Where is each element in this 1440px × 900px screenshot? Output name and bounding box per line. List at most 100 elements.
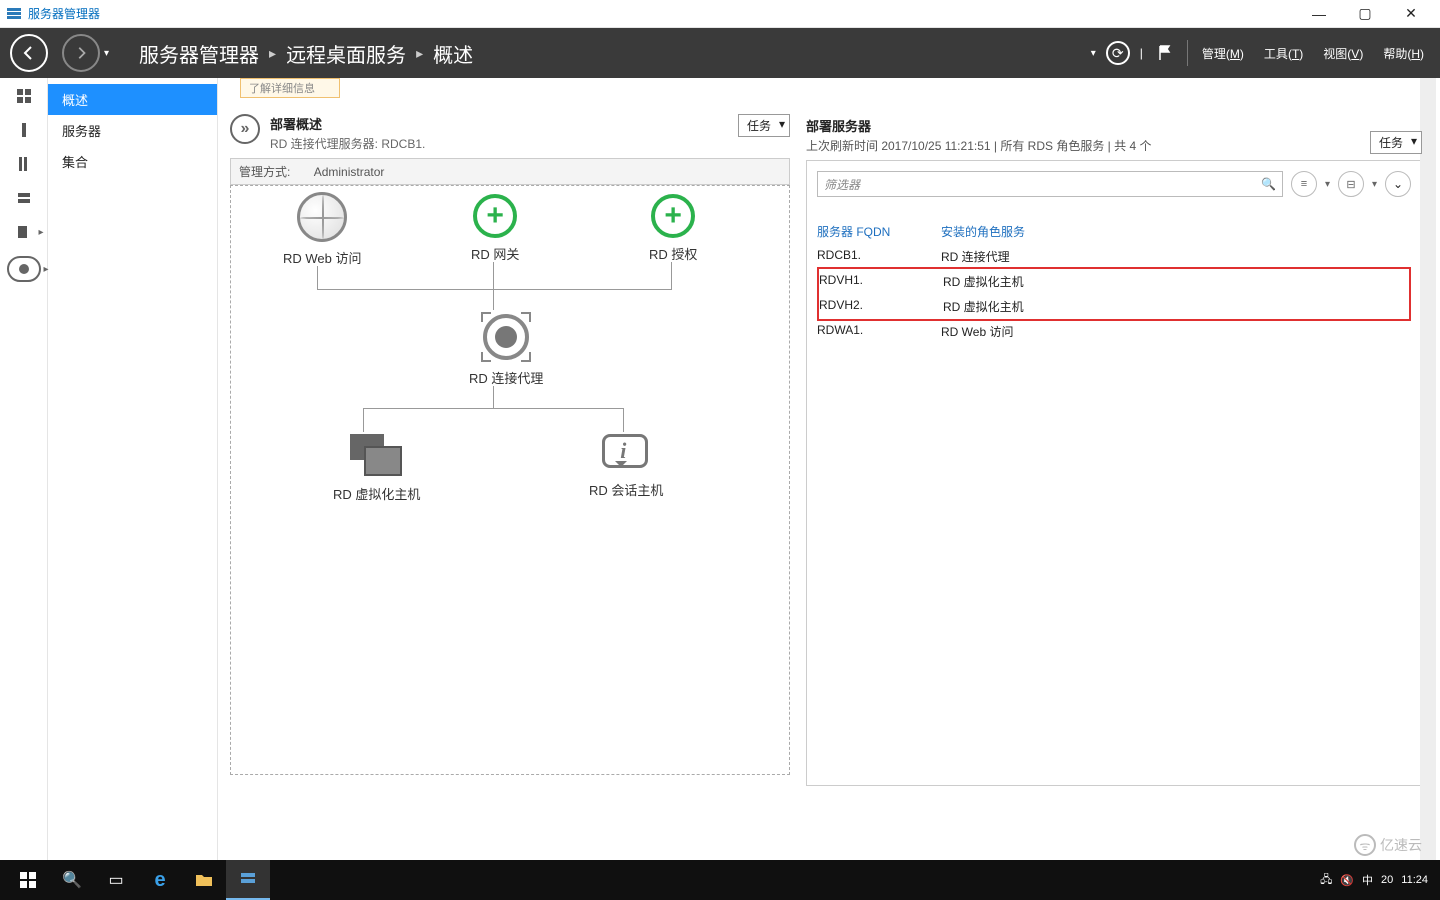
header-separator bbox=[1187, 40, 1188, 66]
windows-taskbar: 🔍 ▭ e 🖧 🔇 中 20 11:24 bbox=[0, 860, 1440, 900]
connector-line bbox=[317, 289, 672, 290]
notifications-button[interactable] bbox=[1151, 39, 1179, 67]
servers-panel-title: 部署服务器 bbox=[806, 116, 1151, 135]
servers-tasks-dropdown[interactable]: 任务 bbox=[1370, 131, 1422, 154]
window-minimize-button[interactable]: — bbox=[1296, 0, 1342, 28]
header-pipe: | bbox=[1140, 46, 1143, 60]
connector-line bbox=[623, 408, 624, 432]
breadcrumb-sep-icon: ▸ bbox=[416, 45, 423, 62]
connector-line bbox=[363, 408, 623, 409]
filter-placeholder: 筛选器 bbox=[824, 176, 860, 193]
system-tray[interactable]: 🖧 🔇 中 20 11:24 bbox=[1320, 871, 1434, 890]
server-manager-icon bbox=[239, 871, 257, 887]
deployment-subtitle: RD 连接代理服务器: RDCB1. bbox=[270, 135, 425, 152]
tools-menu[interactable]: 工具(T) bbox=[1258, 41, 1309, 66]
search-icon: 🔍 bbox=[1261, 177, 1276, 191]
deployment-title: 部署概述 bbox=[270, 114, 425, 133]
watermark: ᯤ 亿速云 bbox=[1354, 834, 1422, 856]
chevron-down-icon: ▾ bbox=[1325, 179, 1330, 190]
app-header: ▾ 服务器管理器 ▸ 远程桌面服务 ▸ 概述 ▾ ⟳ | 管理(M) 工具(T)… bbox=[0, 28, 1440, 78]
nav-tree: 概述 服务器 集合 bbox=[48, 78, 218, 860]
nav-history-dropdown[interactable]: ▾ bbox=[104, 48, 109, 59]
expand-panel-button[interactable]: ⌄ bbox=[1385, 171, 1411, 197]
nav-item-overview[interactable]: 概述 bbox=[48, 84, 217, 115]
table-row[interactable]: RDCB1. RD 连接代理 bbox=[817, 244, 1411, 269]
connector-line bbox=[493, 262, 494, 310]
ime-indicator[interactable]: 中 bbox=[1362, 872, 1373, 888]
connector-line bbox=[493, 386, 494, 408]
volume-icon[interactable]: 🔇 bbox=[1340, 874, 1354, 887]
refresh-button[interactable]: ⟳ bbox=[1104, 39, 1132, 67]
info-banner[interactable]: 了解详细信息 bbox=[240, 78, 340, 98]
table-row[interactable]: RDWA1. RD Web 访问 bbox=[817, 319, 1411, 344]
servers-panel-subtitle: 上次刷新时间 2017/10/25 11:21:51 | 所有 RDS 角色服务… bbox=[806, 137, 1151, 154]
nav-forward-button[interactable] bbox=[62, 34, 100, 72]
nav-item-collections[interactable]: 集合 bbox=[48, 146, 217, 177]
breadcrumb-sep-icon: ▸ bbox=[269, 45, 276, 62]
window-maximize-button[interactable]: ▢ bbox=[1342, 0, 1388, 28]
table-row[interactable]: RDVH2. RD 虚拟化主机 bbox=[819, 294, 1409, 319]
save-query-button[interactable]: ⊟ bbox=[1338, 171, 1364, 197]
rd-broker-node[interactable]: RD 连接代理 bbox=[469, 312, 543, 387]
vm-host-icon bbox=[350, 434, 404, 478]
all-servers-icon[interactable] bbox=[14, 154, 34, 174]
header-dropdown-caret[interactable]: ▾ bbox=[1091, 48, 1096, 59]
window-title: 服务器管理器 bbox=[28, 5, 100, 22]
breadcrumb-root[interactable]: 服务器管理器 bbox=[139, 39, 259, 68]
arrow-left-icon bbox=[21, 45, 37, 61]
connector-line bbox=[671, 262, 672, 290]
dashboard-icon[interactable] bbox=[14, 86, 34, 106]
servers-table: 服务器 FQDN 安装的角色服务 RDCB1. RD 连接代理 RDVH1. R… bbox=[817, 219, 1411, 344]
col-role[interactable]: 安装的角色服务 bbox=[941, 223, 1411, 240]
window-titlebar: 服务器管理器 — ▢ ✕ bbox=[0, 0, 1440, 28]
manage-menu[interactable]: 管理(M) bbox=[1196, 41, 1250, 66]
clock-time[interactable]: 11:24 bbox=[1401, 874, 1428, 886]
rd-vm-host-node[interactable]: RD 虚拟化主机 bbox=[333, 434, 420, 503]
table-row[interactable]: RDVH1. RD 虚拟化主机 bbox=[819, 269, 1409, 294]
breadcrumb-leaf[interactable]: 概述 bbox=[433, 39, 473, 68]
deployment-tasks-dropdown[interactable]: 任务 bbox=[738, 114, 790, 137]
iis-icon[interactable]: ▸ bbox=[14, 222, 34, 242]
network-icon[interactable]: 🖧 bbox=[1320, 871, 1332, 890]
deployment-overview-icon: » bbox=[230, 114, 260, 144]
breadcrumb-mid[interactable]: 远程桌面服务 bbox=[286, 39, 406, 68]
col-fqdn[interactable]: 服务器 FQDN bbox=[817, 223, 941, 240]
chevron-down-icon: ▾ bbox=[1372, 179, 1377, 190]
clock-date-partial[interactable]: 20 bbox=[1381, 874, 1393, 886]
view-options-button[interactable]: ≡ bbox=[1291, 171, 1317, 197]
plus-icon: + bbox=[473, 194, 517, 238]
breadcrumb: 服务器管理器 ▸ 远程桌面服务 ▸ 概述 bbox=[139, 39, 473, 68]
explorer-button[interactable] bbox=[182, 860, 226, 900]
rd-session-host-node[interactable]: i RD 会话主机 bbox=[589, 434, 663, 499]
server-manager-taskbar-button[interactable] bbox=[226, 860, 270, 900]
rd-web-access-node[interactable]: RD Web 访问 bbox=[283, 192, 362, 267]
plus-icon: + bbox=[651, 194, 695, 238]
help-menu[interactable]: 帮助(H) bbox=[1377, 41, 1430, 66]
servers-panel: 筛选器 🔍 ≡ ▾ ⊟ ▾ ⌄ 服务器 FQDN 安装的角色服务 RDCB1. RD… bbox=[806, 160, 1422, 786]
nav-item-servers[interactable]: 服务器 bbox=[48, 115, 217, 146]
deployment-diagram: RD Web 访问 + RD 网关 + RD 授权 RD 连接代理 bbox=[230, 185, 790, 775]
ie-button[interactable]: e bbox=[138, 860, 182, 900]
arrow-right-icon bbox=[74, 46, 88, 60]
server-manager-icon bbox=[6, 6, 22, 22]
task-view-button[interactable]: ▭ bbox=[94, 860, 138, 900]
nav-back-button[interactable] bbox=[10, 34, 48, 72]
rd-gateway-node[interactable]: + RD 网关 bbox=[471, 194, 519, 263]
view-menu[interactable]: 视图(V) bbox=[1317, 41, 1369, 66]
start-button[interactable] bbox=[6, 860, 50, 900]
file-services-icon[interactable] bbox=[14, 188, 34, 208]
local-server-icon[interactable] bbox=[14, 120, 34, 140]
refresh-icon: ⟳ bbox=[1106, 41, 1130, 65]
window-close-button[interactable]: ✕ bbox=[1388, 0, 1434, 28]
rds-icon-selected[interactable] bbox=[7, 256, 41, 282]
connector-line bbox=[317, 266, 318, 290]
broker-icon bbox=[481, 312, 531, 362]
rd-licensing-node[interactable]: + RD 授权 bbox=[649, 194, 697, 263]
search-button[interactable]: 🔍 bbox=[50, 860, 94, 900]
deployment-admin-line: 管理方式: Administrator bbox=[230, 158, 790, 185]
connector-line bbox=[363, 408, 364, 432]
session-host-icon: i bbox=[602, 434, 650, 474]
filter-input[interactable]: 筛选器 🔍 bbox=[817, 171, 1283, 197]
watermark-icon: ᯤ bbox=[1354, 834, 1376, 856]
flag-icon bbox=[1156, 44, 1174, 62]
